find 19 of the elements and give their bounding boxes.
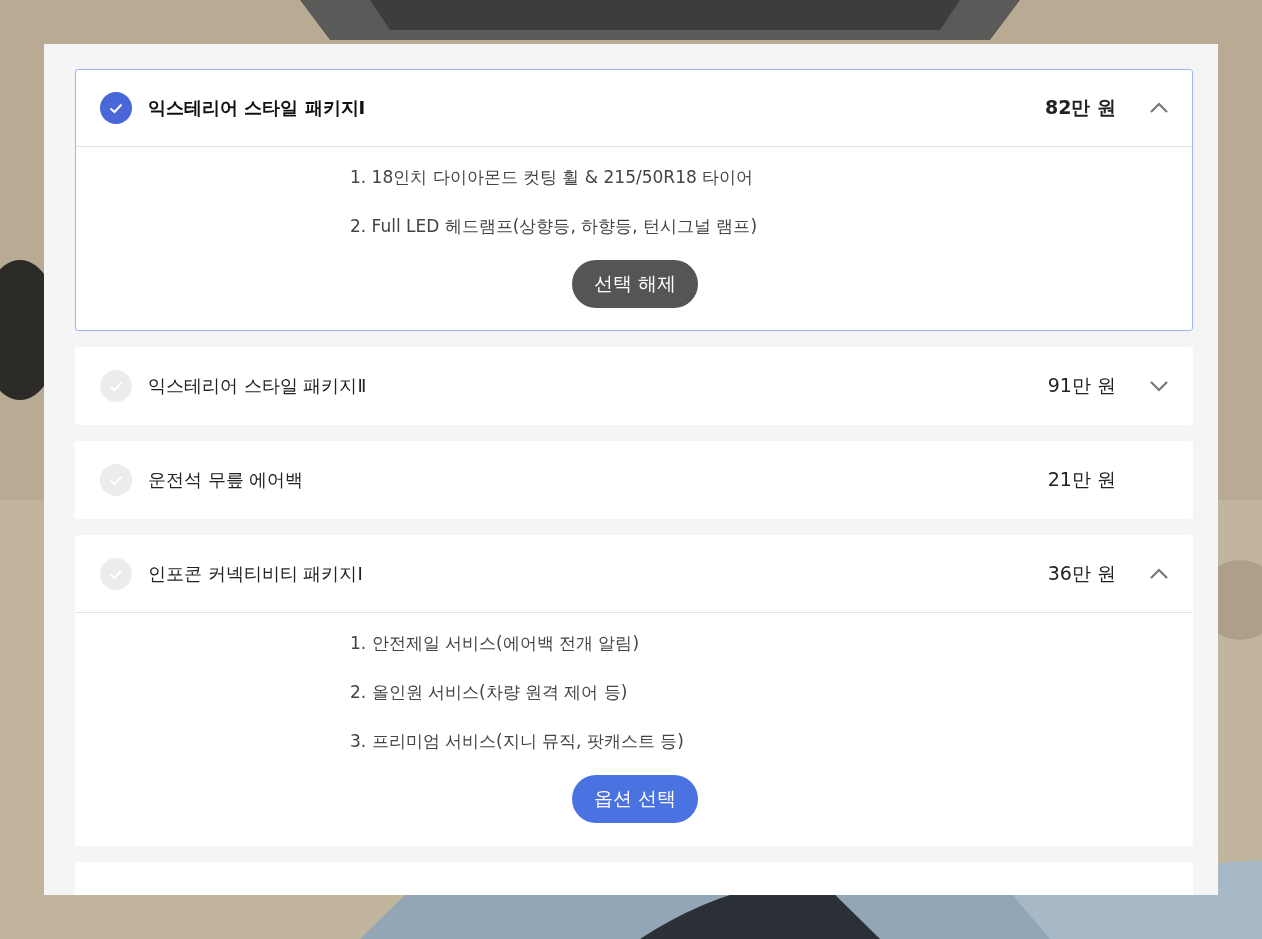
option-title: 익스테리어 스타일 패키지Ⅱ bbox=[148, 374, 368, 398]
option-detail: 1. 18인치 다이아몬드 컷팅 휠 & 215/50R18 타이어 bbox=[350, 166, 755, 189]
option-title: 익스테리어 스타일 패키지Ⅰ bbox=[148, 96, 367, 120]
option-price: 36만 원 bbox=[1047, 561, 1116, 586]
option-detail: 3. 프리미엄 서비스(지니 뮤직, 팟캐스트 등) bbox=[350, 730, 685, 753]
option-price: 82만 원 bbox=[1044, 95, 1116, 120]
check-icon[interactable] bbox=[100, 92, 132, 124]
chevron-down-icon[interactable] bbox=[1150, 380, 1168, 392]
option-price: 91만 원 bbox=[1047, 373, 1116, 398]
option-title: 운전석 무릎 에어백 bbox=[148, 468, 305, 492]
option-detail: 2. Full LED 헤드램프(상향등, 하향등, 턴시그널 램프) bbox=[350, 215, 759, 238]
option-detail: 1. 안전제일 서비스(에어백 전개 알림) bbox=[350, 632, 641, 655]
option-price: 21만 원 bbox=[1047, 467, 1116, 492]
option-title: 인포콘 커넥티비티 패키지Ⅰ bbox=[148, 562, 364, 586]
option-detail: 2. 올인원 서비스(차량 원격 제어 등) bbox=[350, 681, 629, 704]
chevron-up-icon[interactable] bbox=[1150, 102, 1168, 114]
select-button[interactable]: 옵션 선택 bbox=[572, 775, 699, 823]
chevron-up-icon[interactable] bbox=[1150, 568, 1168, 580]
deselect-button[interactable]: 선택 해제 bbox=[572, 260, 699, 308]
